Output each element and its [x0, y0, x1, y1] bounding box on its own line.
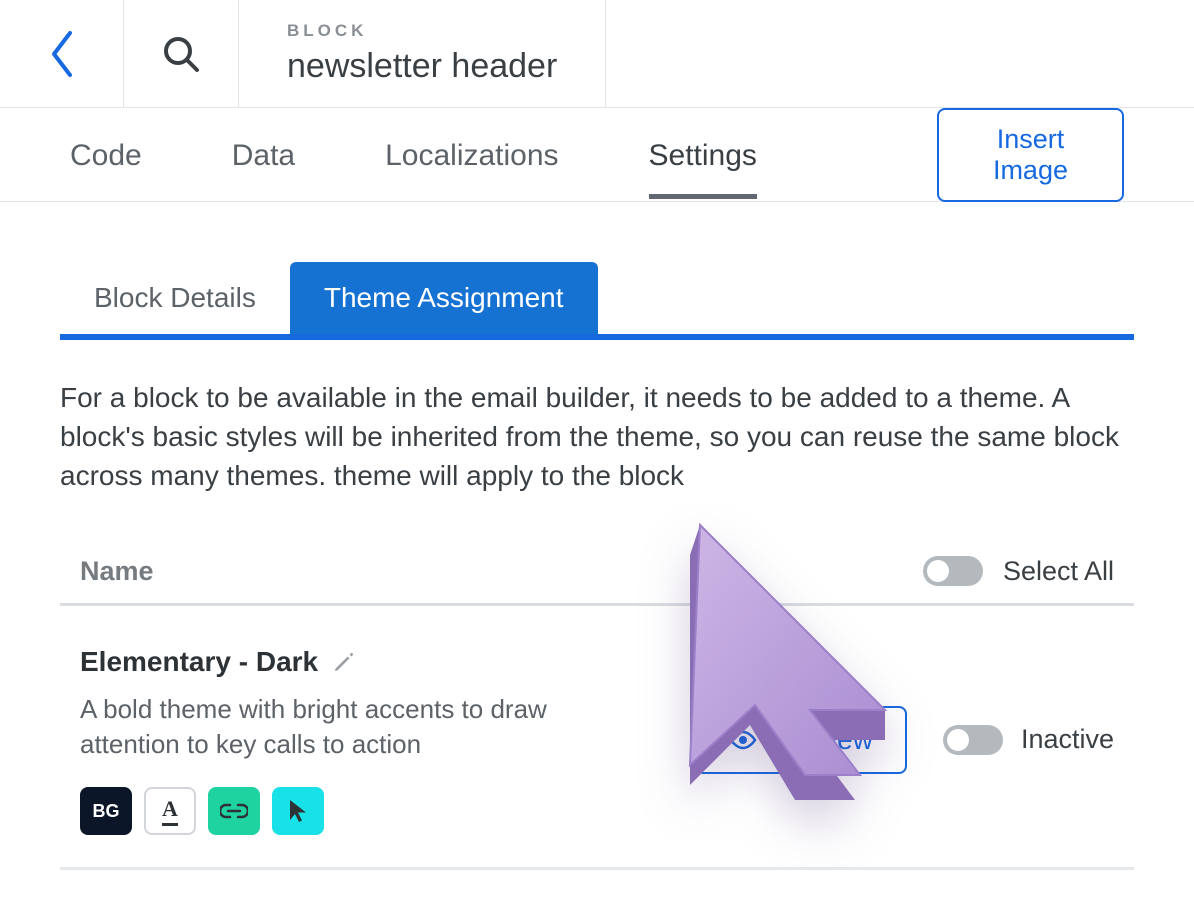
theme-actions: Preview Inactive: [695, 706, 1114, 774]
preview-button[interactable]: Preview: [695, 706, 907, 774]
column-name-header: Name: [80, 556, 154, 587]
tab-data[interactable]: Data: [232, 111, 295, 199]
select-all-control: Select All: [923, 556, 1114, 587]
preview-label: Preview: [773, 724, 873, 756]
swatch-font[interactable]: A: [144, 787, 196, 835]
block-title-cell: BLOCK newsletter header: [239, 0, 606, 107]
top-bar: BLOCK newsletter header: [0, 0, 1194, 108]
tab-code[interactable]: Code: [70, 111, 142, 199]
swatch-link[interactable]: [208, 787, 260, 835]
block-label: BLOCK: [287, 21, 557, 41]
tab-settings[interactable]: Settings: [649, 111, 757, 199]
main-tabs: Code Data Localizations Settings Insert …: [0, 108, 1194, 202]
search-button[interactable]: [124, 0, 239, 107]
pencil-icon: [332, 650, 356, 674]
theme-active-toggle[interactable]: [943, 725, 1003, 755]
theme-status-label: Inactive: [1021, 724, 1114, 755]
font-glyph: A: [162, 796, 178, 826]
select-all-label: Select All: [1003, 556, 1114, 587]
back-button[interactable]: [0, 0, 124, 107]
eye-icon: [729, 730, 757, 750]
select-all-toggle[interactable]: [923, 556, 983, 586]
edit-theme-name-button[interactable]: [332, 650, 356, 674]
theme-assignment-help: For a block to be available in the email…: [60, 378, 1134, 496]
swatch-cursor[interactable]: [272, 787, 324, 835]
cursor-icon: [288, 798, 308, 824]
sub-tabs: Block Details Theme Assignment: [60, 262, 1134, 340]
link-icon: [220, 802, 248, 820]
search-icon: [161, 34, 201, 74]
subtab-theme-assignment[interactable]: Theme Assignment: [290, 262, 598, 334]
swatch-background[interactable]: BG: [80, 787, 132, 835]
theme-row: Elementary - Dark A bold theme with brig…: [60, 606, 1134, 871]
theme-list-header: Name Select All: [60, 540, 1134, 606]
settings-content: Block Details Theme Assignment For a blo…: [0, 202, 1194, 910]
theme-name: Elementary - Dark: [80, 646, 318, 678]
subtab-block-details[interactable]: Block Details: [60, 262, 290, 334]
chevron-left-icon: [48, 29, 76, 79]
theme-info: Elementary - Dark A bold theme with brig…: [80, 646, 640, 836]
theme-description: A bold theme with bright accents to draw…: [80, 692, 640, 764]
theme-status: Inactive: [943, 724, 1114, 755]
block-title: newsletter header: [287, 47, 557, 86]
insert-image-button[interactable]: Insert Image: [937, 108, 1124, 202]
tab-localizations[interactable]: Localizations: [385, 111, 558, 199]
theme-swatches: BG A: [80, 787, 640, 835]
